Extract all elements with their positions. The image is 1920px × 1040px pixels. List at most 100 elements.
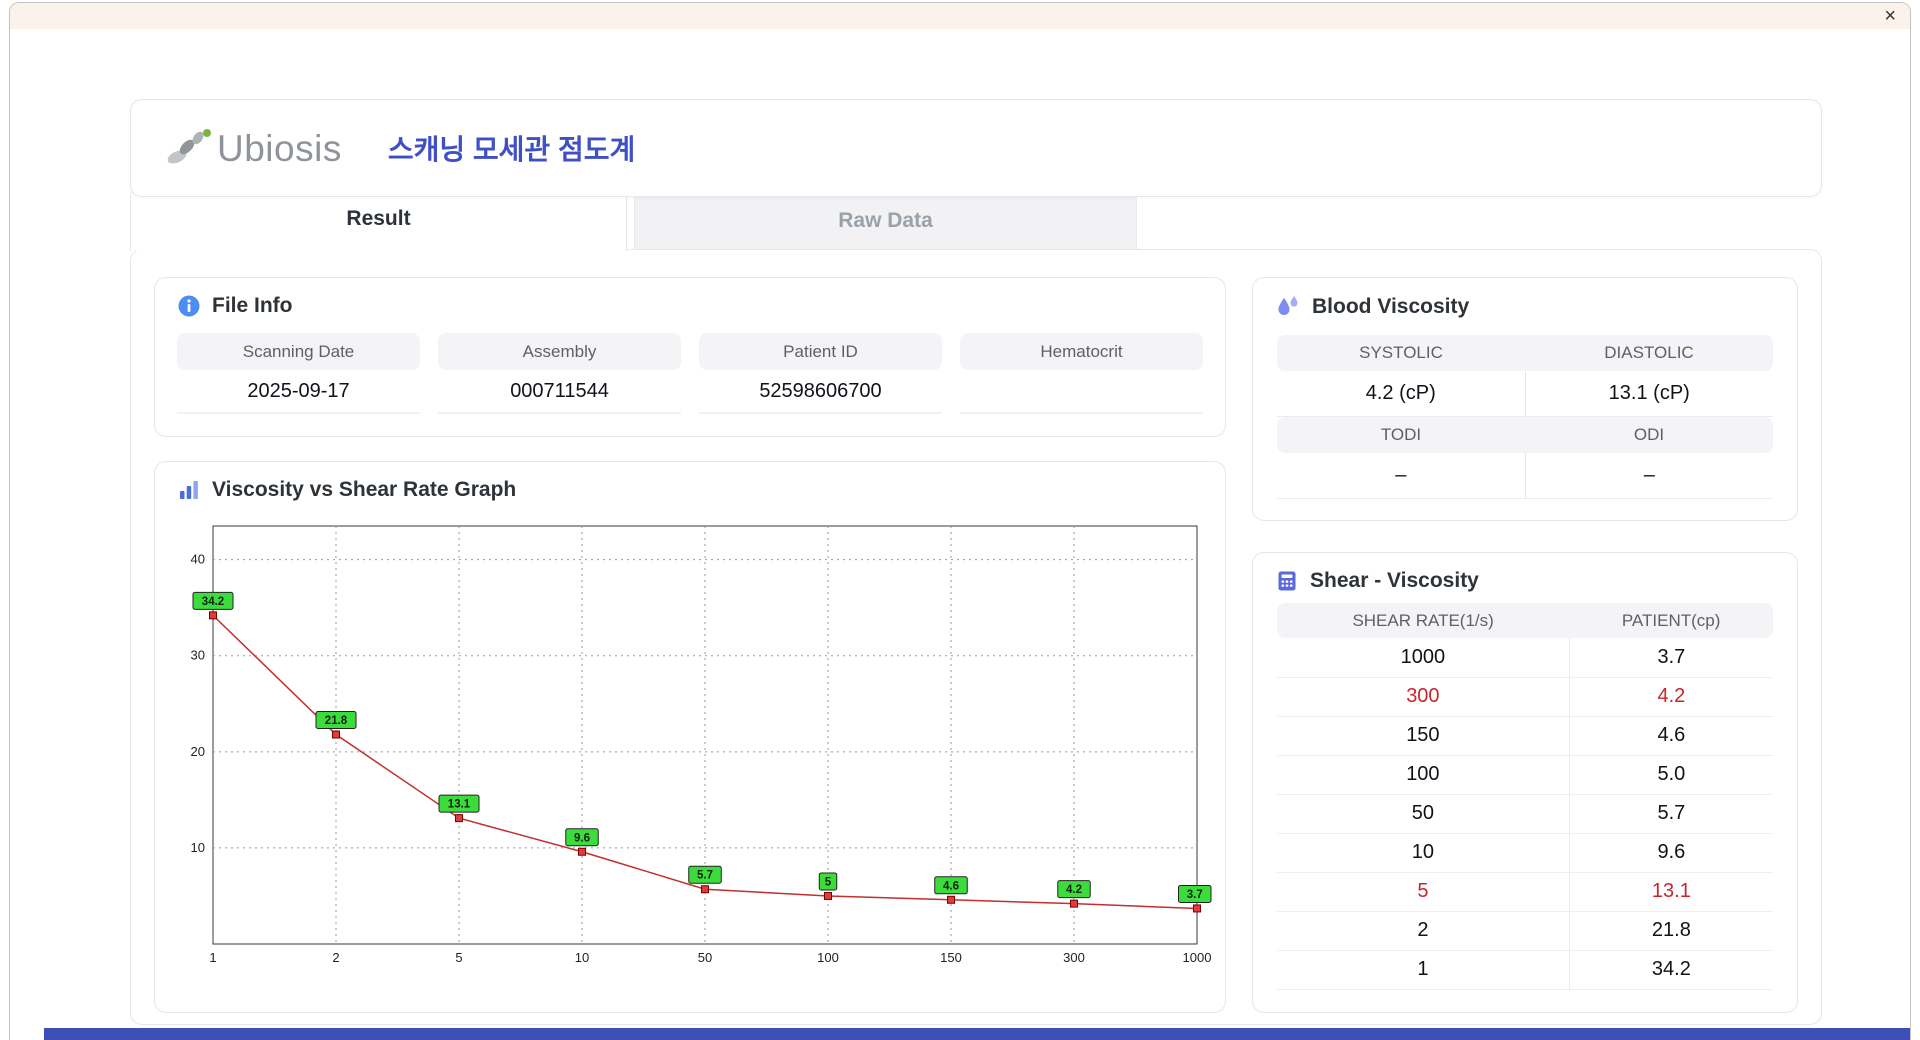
svg-text:40: 40 [191,552,205,567]
viscosity-graph-card: Viscosity vs Shear Rate Graph 10 20 30 40 1 2… [154,461,1226,1013]
diastolic-value: 13.1 (cP) [1525,371,1774,417]
field-value: 000711544 [438,370,681,414]
svg-text:34.2: 34.2 [202,596,224,608]
todi-label: TODI [1277,417,1525,453]
shear-rate-cell: 5 [1277,872,1569,911]
shear-rate-cell: 2 [1277,911,1569,950]
field-value: 2025-09-17 [177,370,420,414]
table-row: 513.1 [1277,872,1773,911]
systolic-value: 4.2 (cP) [1277,371,1525,417]
field-label: Hematocrit [960,333,1203,370]
shear-rate-column-header: SHEAR RATE(1/s) [1277,603,1569,638]
shear-rate-cell: 1000 [1277,638,1569,677]
svg-text:150: 150 [940,950,962,965]
title-bar: × [10,3,1910,29]
svg-text:50: 50 [698,950,712,965]
shear-rate-cell: 50 [1277,794,1569,833]
header-card: Ubiosis 스캐닝 모세관 점도계 [130,99,1822,197]
svg-text:4.2: 4.2 [1066,884,1082,896]
svg-text:10: 10 [575,950,589,965]
svg-text:5.7: 5.7 [697,870,713,882]
app-window: × Ubiosis 스캐닝 모세관 점도계 Result Raw Data Fi… [9,2,1911,1040]
file-info-card: File Info Scanning Date 2025-09-17 Assem… [154,277,1226,437]
shear-rate-cell: 10 [1277,833,1569,872]
page-title: 스캐닝 모세관 점도계 [388,128,635,168]
svg-text:5: 5 [825,876,832,888]
svg-text:21.8: 21.8 [325,715,348,727]
shear-rate-cell: 150 [1277,716,1569,755]
file-info-fields: Scanning Date 2025-09-17 Assembly 000711… [155,318,1225,414]
shear-viscosity-header: Shear - Viscosity [1253,553,1797,593]
table-row: 221.8 [1277,911,1773,950]
svg-text:3.7: 3.7 [1187,889,1203,901]
table-row: 1504.6 [1277,716,1773,755]
table-row: 134.2 [1277,950,1773,989]
file-info-title: File Info [212,294,293,318]
calculator-icon [1275,569,1299,593]
patient-viscosity-cell: 13.1 [1569,872,1773,911]
svg-text:1: 1 [209,950,216,965]
chart-area: 102030401251050100150300100034.221.813.1… [155,502,1225,978]
graph-title: Viscosity vs Shear Rate Graph [212,478,516,502]
patient-viscosity-cell: 34.2 [1569,950,1773,989]
close-icon[interactable]: × [1884,3,1896,29]
svg-text:13.1: 13.1 [448,799,471,811]
patient-viscosity-cell: 5.7 [1569,794,1773,833]
field-value: 52598606700 [699,370,942,414]
blood-viscosity-title: Blood Viscosity [1312,295,1469,319]
droplets-icon [1275,294,1301,320]
diastolic-label: DIASTOLIC [1525,335,1773,371]
patient-viscosity-cell: 9.6 [1569,833,1773,872]
svg-text:30: 30 [191,648,205,663]
info-icon [177,294,201,318]
field-assembly: Assembly 000711544 [438,333,681,414]
bottom-accent-bar [44,1028,1910,1040]
field-label: Assembly [438,333,681,370]
table-row: 109.6 [1277,833,1773,872]
field-patient-id: Patient ID 52598606700 [699,333,942,414]
patient-viscosity-cell: 4.2 [1569,677,1773,716]
shear-rate-cell: 100 [1277,755,1569,794]
patient-viscosity-cell: 21.8 [1569,911,1773,950]
svg-text:300: 300 [1063,950,1085,965]
patient-viscosity-cell: 4.6 [1569,716,1773,755]
table-row: 505.7 [1277,794,1773,833]
svg-text:4.6: 4.6 [943,880,959,892]
table-row: 3004.2 [1277,677,1773,716]
field-hematocrit: Hematocrit [960,333,1203,414]
table-row: 10003.7 [1277,638,1773,677]
field-label: Patient ID [699,333,942,370]
shear-viscosity-card: Shear - Viscosity SHEAR RATE(1/s) PATIEN… [1252,552,1798,1013]
patient-viscosity-cell: 5.0 [1569,755,1773,794]
table-row: 1005.0 [1277,755,1773,794]
svg-text:10: 10 [191,840,205,855]
blood-viscosity-header: Blood Viscosity [1253,278,1797,320]
shear-viscosity-table: SHEAR RATE(1/s) PATIENT(cp) 10003.73004.… [1277,603,1773,990]
shear-rate-cell: 1 [1277,950,1569,989]
field-scanning-date: Scanning Date 2025-09-17 [177,333,420,414]
logo: Ubiosis [165,127,342,169]
viscosity-chart: 102030401251050100150300100034.221.813.1… [169,512,1213,978]
bar-chart-icon [177,478,201,502]
blood-viscosity-grid: SYSTOLIC DIASTOLIC 4.2 (cP) 13.1 (cP) TO… [1277,335,1773,499]
svg-text:20: 20 [191,744,205,759]
shear-viscosity-title: Shear - Viscosity [1310,569,1479,593]
odi-label: ODI [1525,417,1773,453]
svg-text:100: 100 [817,950,839,965]
svg-text:1000: 1000 [1183,950,1212,965]
logo-text: Ubiosis [217,130,342,167]
blood-viscosity-card: Blood Viscosity SYSTOLIC DIASTOLIC 4.2 (… [1252,277,1798,521]
systolic-label: SYSTOLIC [1277,335,1525,371]
todi-value: – [1277,453,1525,499]
logo-leaf-icon [165,127,215,169]
shear-viscosity-body: 10003.73004.21504.61005.0505.7109.6513.1… [1277,638,1773,989]
patient-column-header: PATIENT(cp) [1569,603,1773,638]
svg-text:5: 5 [455,950,462,965]
shear-rate-cell: 300 [1277,677,1569,716]
field-label: Scanning Date [177,333,420,370]
svg-text:9.6: 9.6 [574,832,590,844]
tab-raw-data[interactable]: Raw Data [634,189,1137,251]
patient-viscosity-cell: 3.7 [1569,638,1773,677]
graph-header: Viscosity vs Shear Rate Graph [155,462,1225,502]
odi-value: – [1525,453,1774,499]
